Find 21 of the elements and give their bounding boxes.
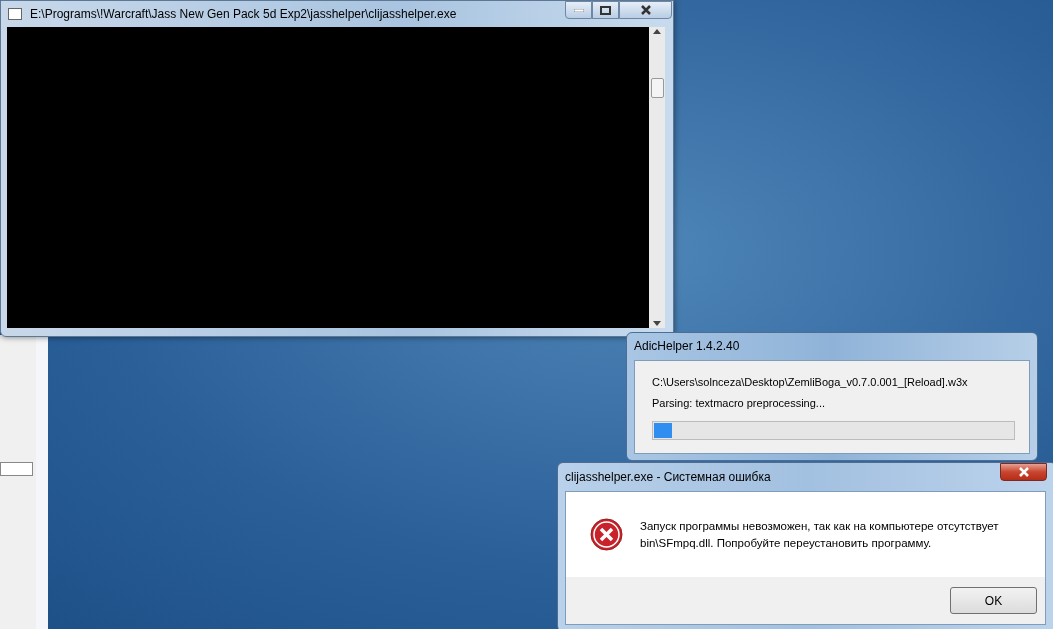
error-icon [590, 518, 623, 551]
status-text: Parsing: textmacro preprocessing... [652, 396, 827, 410]
scroll-down-icon[interactable] [653, 321, 661, 326]
file-path: C:\Users\solnceza\Desktop\ZemliBoga_v0.7.0.001_[Reload].w3x [652, 375, 969, 389]
scrollbar[interactable] [649, 27, 665, 328]
console-app-icon [8, 7, 22, 20]
close-icon [640, 5, 651, 15]
maximize-icon [600, 5, 611, 15]
error-message: Запуск программы невозможен, так как на компьютере отсутствует bin\SFmpq.dll. Попробуйте переустановить программу. [640, 518, 1000, 551]
close-button[interactable] [619, 1, 672, 19]
window-title: AdicHelper 1.4.2.40 [634, 338, 741, 355]
maximize-button[interactable] [592, 1, 619, 19]
window-title: E:\Programs\!Warcraft\Jass New Gen Pack 5d Exp2\jasshelper\clijasshelper.exe [30, 5, 457, 23]
scroll-up-icon[interactable] [653, 29, 661, 34]
input-field[interactable] [0, 462, 33, 476]
minimize-icon [573, 8, 584, 12]
scroll-thumb[interactable] [650, 77, 664, 98]
close-button[interactable] [1000, 463, 1047, 481]
window-title: clijasshelper.exe - Системная ошибка [565, 469, 771, 486]
close-icon [1018, 467, 1029, 477]
ok-button[interactable]: OK [950, 587, 1037, 614]
